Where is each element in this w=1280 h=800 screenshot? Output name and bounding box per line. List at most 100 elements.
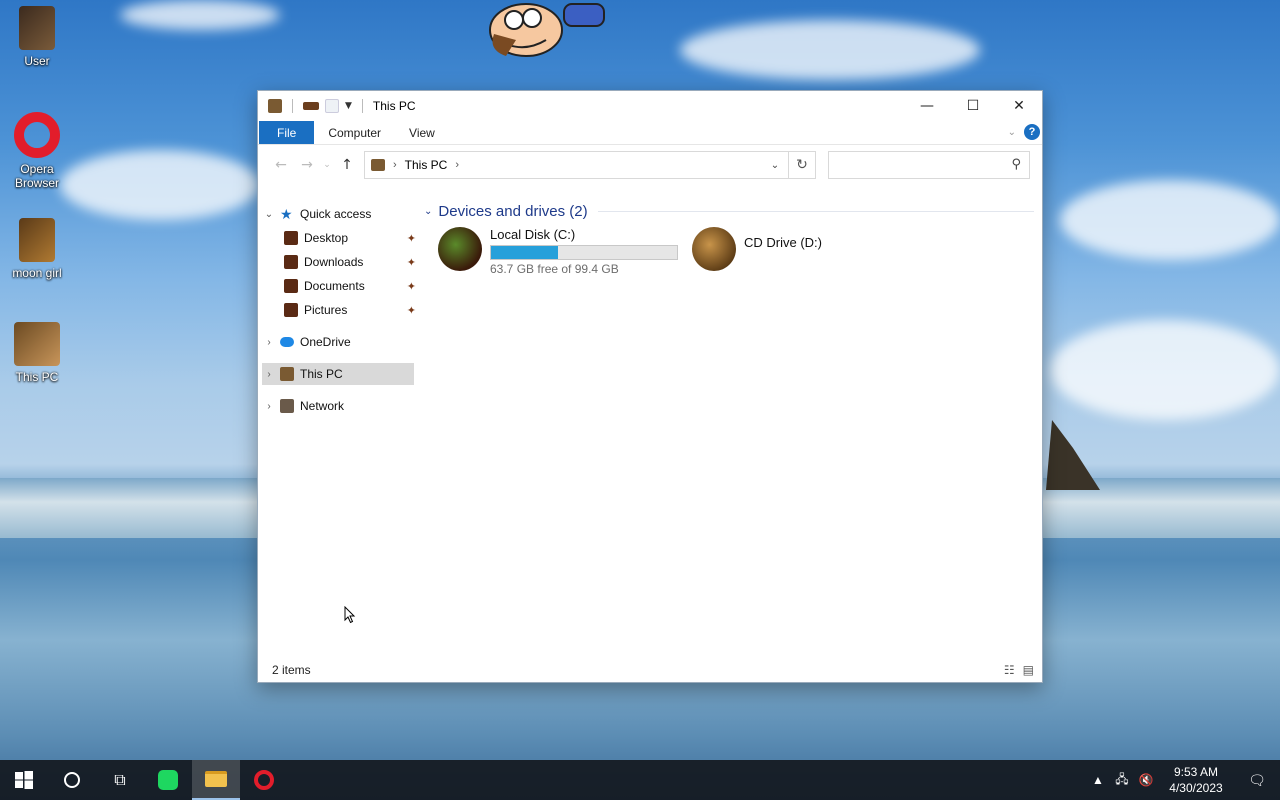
nav-label: Network bbox=[300, 399, 345, 413]
window-title: This PC bbox=[372, 99, 416, 113]
customize-toolbar-icon[interactable]: ▼ bbox=[345, 101, 352, 111]
moon-girl-folder-icon bbox=[19, 218, 55, 262]
clock-date: 4/30/2023 bbox=[1169, 781, 1223, 795]
tab-computer[interactable]: Computer bbox=[314, 121, 395, 144]
cloud bbox=[1060, 180, 1280, 260]
maximize-button[interactable]: ☐ bbox=[950, 91, 996, 121]
desktop-icon-label: Opera Browser bbox=[14, 162, 59, 190]
breadcrumb-separator-icon[interactable]: › bbox=[455, 159, 459, 171]
up-arrow-icon[interactable]: ↑ bbox=[334, 157, 360, 173]
pin-icon[interactable]: ✦ bbox=[407, 304, 416, 317]
taskbar-app-opera[interactable] bbox=[240, 760, 288, 800]
expanded-chevron-icon[interactable]: ⌄ bbox=[262, 209, 276, 220]
details-view-icon[interactable]: ☷ bbox=[1004, 663, 1015, 677]
pictures-folder-icon bbox=[284, 303, 298, 317]
title-bar[interactable]: ▼ This PC — ☐ ✕ bbox=[258, 91, 1042, 121]
pin-icon[interactable]: ✦ bbox=[407, 280, 416, 293]
task-view-button[interactable]: ⧉ bbox=[96, 760, 144, 800]
status-bar: 2 items ☷ ▤ bbox=[258, 658, 1042, 682]
cloud bbox=[1050, 320, 1280, 420]
cloud bbox=[120, 0, 280, 30]
desktop-icon-moon-girl[interactable]: moon girl bbox=[0, 218, 74, 280]
pin-icon[interactable]: ✦ bbox=[407, 232, 416, 245]
nav-item-pictures[interactable]: Pictures ✦ bbox=[280, 299, 416, 321]
search-circle-icon bbox=[64, 772, 80, 788]
properties-icon[interactable] bbox=[303, 102, 319, 110]
folder-icon bbox=[205, 771, 227, 787]
desktop-icon-this-pc[interactable]: This PC bbox=[0, 322, 74, 384]
clock[interactable]: 9:53 AM 4/30/2023 bbox=[1158, 764, 1234, 796]
nav-item-quick-access[interactable]: ⌄ ★ Quick access bbox=[262, 203, 372, 225]
nav-label: Pictures bbox=[304, 303, 348, 317]
refresh-button[interactable]: ↻ bbox=[788, 151, 816, 179]
large-icons-view-icon[interactable]: ▤ bbox=[1023, 663, 1034, 677]
desktop-icon-user[interactable]: User bbox=[0, 6, 74, 68]
nav-label: Desktop bbox=[304, 231, 349, 245]
group-divider bbox=[597, 210, 1034, 212]
address-bar[interactable]: › This PC › ⌄ bbox=[364, 151, 816, 179]
network-status-icon[interactable]: 🖧 bbox=[1110, 770, 1134, 791]
group-header-devices[interactable]: ⌄ Devices and drives (2) bbox=[424, 201, 1034, 221]
show-hidden-icons-icon[interactable]: ▲ bbox=[1086, 773, 1110, 787]
divider bbox=[292, 99, 293, 113]
windows-logo-icon bbox=[15, 771, 33, 789]
local-disk-icon bbox=[438, 227, 482, 271]
navigation-bar: ← → ⌄ ↑ › This PC › ⌄ ↻ ⚲ bbox=[258, 145, 1042, 185]
documents-folder-icon bbox=[284, 279, 298, 293]
group-collapse-chevron-icon[interactable]: ⌄ bbox=[424, 206, 432, 217]
taskbar-app-file-explorer[interactable] bbox=[192, 760, 240, 800]
search-input[interactable]: ⚲ bbox=[828, 151, 1030, 179]
tab-view[interactable]: View bbox=[395, 121, 449, 144]
nav-label: Downloads bbox=[304, 255, 364, 269]
nav-item-desktop[interactable]: Desktop ✦ bbox=[280, 227, 416, 249]
nav-item-this-pc[interactable]: › This PC bbox=[262, 363, 414, 385]
cloud-icon bbox=[280, 337, 294, 347]
item-count: 2 items bbox=[272, 663, 311, 677]
mouse-cursor-icon bbox=[344, 606, 356, 624]
task-view-icon: ⧉ bbox=[114, 770, 126, 789]
downloads-folder-icon bbox=[284, 255, 298, 269]
disk-usage-bar bbox=[490, 245, 678, 260]
minimize-button[interactable]: — bbox=[904, 91, 950, 121]
desktop-icon-label: User bbox=[24, 54, 50, 68]
volume-muted-icon[interactable]: 🔇 bbox=[1134, 773, 1158, 787]
file-explorer-window[interactable]: ▼ This PC — ☐ ✕ File Computer View ⌄ ? ←… bbox=[257, 90, 1043, 683]
desktop-icon-opera[interactable]: Opera Browser bbox=[0, 112, 74, 190]
breadcrumb-this-pc[interactable]: This PC bbox=[405, 158, 448, 172]
cloud bbox=[680, 20, 980, 80]
drive-item-c[interactable]: Local Disk (C:) 63.7 GB free of 99.4 GB bbox=[438, 227, 678, 276]
expand-ribbon-chevron-icon[interactable]: ⌄ bbox=[1008, 127, 1016, 138]
collapsed-chevron-icon[interactable]: › bbox=[262, 401, 276, 412]
close-button[interactable]: ✕ bbox=[996, 91, 1042, 121]
start-button[interactable] bbox=[0, 760, 48, 800]
address-dropdown-icon[interactable]: ⌄ bbox=[763, 152, 787, 178]
notification-center-icon[interactable]: 🗨 bbox=[1234, 772, 1280, 789]
star-icon: ★ bbox=[280, 206, 293, 222]
pin-icon[interactable]: ✦ bbox=[407, 256, 416, 269]
taskbar: ⧉ ▲ 🖧 🔇 9:53 AM 4/30/2023 🗨 bbox=[0, 760, 1280, 800]
taskbar-app-notes[interactable] bbox=[144, 760, 192, 800]
group-title: Devices and drives (2) bbox=[438, 202, 588, 220]
search-button[interactable] bbox=[48, 760, 96, 800]
collapsed-chevron-icon[interactable]: › bbox=[262, 337, 276, 348]
new-folder-icon[interactable] bbox=[325, 99, 339, 113]
nav-item-documents[interactable]: Documents ✦ bbox=[280, 275, 416, 297]
disk-usage-fill bbox=[491, 246, 558, 259]
forward-arrow-icon[interactable]: → bbox=[294, 157, 320, 173]
cd-drive-icon bbox=[692, 227, 736, 271]
recent-locations-chevron-icon[interactable]: ⌄ bbox=[320, 160, 334, 170]
drive-item-d[interactable]: CD Drive (D:) bbox=[692, 227, 822, 271]
tab-file[interactable]: File bbox=[259, 121, 315, 144]
back-arrow-icon[interactable]: ← bbox=[268, 157, 294, 173]
nav-item-downloads[interactable]: Downloads ✦ bbox=[280, 251, 416, 273]
help-icon[interactable]: ? bbox=[1024, 124, 1040, 140]
green-app-icon bbox=[158, 770, 178, 790]
this-pc-icon bbox=[280, 367, 294, 381]
collapsed-chevron-icon[interactable]: › bbox=[262, 369, 276, 380]
drive-free-space: 63.7 GB free of 99.4 GB bbox=[490, 262, 619, 276]
desktop-icon-label: moon girl bbox=[12, 266, 62, 280]
nav-item-network[interactable]: › Network bbox=[262, 395, 344, 417]
opera-icon bbox=[254, 770, 274, 790]
breadcrumb-separator-icon[interactable]: › bbox=[393, 159, 397, 171]
nav-item-onedrive[interactable]: › OneDrive bbox=[262, 331, 350, 353]
